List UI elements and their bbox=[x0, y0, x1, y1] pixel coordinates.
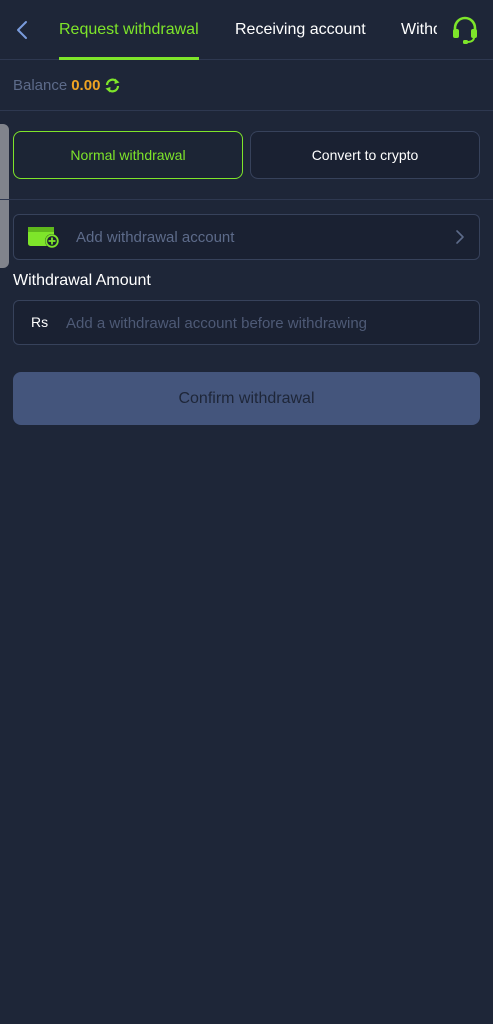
edge-drag-handle[interactable] bbox=[0, 124, 9, 268]
tab-withdrawal-history[interactable]: Withdrawal history bbox=[401, 0, 437, 60]
confirm-withdrawal-button[interactable]: Confirm withdrawal bbox=[13, 372, 480, 425]
top-nav-bar: Request withdrawal Receiving account Wit… bbox=[0, 0, 493, 60]
customer-support-button[interactable] bbox=[449, 14, 481, 46]
tab-request-withdrawal[interactable]: Request withdrawal bbox=[59, 0, 199, 60]
normal-withdrawal-button[interactable]: Normal withdrawal bbox=[13, 131, 243, 179]
tab-label: Receiving account bbox=[235, 21, 366, 38]
balance-row: Balance 0.00 bbox=[0, 60, 493, 111]
refresh-balance-button[interactable] bbox=[104, 77, 121, 94]
add-account-label: Add withdrawal account bbox=[76, 228, 235, 246]
convert-to-crypto-button[interactable]: Convert to crypto bbox=[250, 131, 480, 179]
confirm-withdrawal-label: Confirm withdrawal bbox=[178, 389, 315, 407]
withdrawal-amount-input[interactable] bbox=[64, 301, 468, 346]
withdrawal-page: Request withdrawal Receiving account Wit… bbox=[0, 0, 493, 1024]
wallet-add-icon bbox=[28, 227, 59, 248]
withdrawal-amount-field: Rs bbox=[13, 300, 480, 346]
currency-label: Rs bbox=[31, 314, 49, 330]
tab-receiving-account[interactable]: Receiving account bbox=[235, 0, 366, 60]
tab-label: Withdrawal history bbox=[401, 21, 437, 38]
chevron-left-icon bbox=[17, 21, 27, 39]
balance-label: Balance bbox=[13, 76, 68, 94]
add-withdrawal-account-button[interactable]: Add withdrawal account bbox=[13, 214, 480, 260]
balance-value: 0.00 bbox=[71, 76, 101, 94]
withdrawal-amount-title: Withdrawal Amount bbox=[13, 272, 151, 289]
tab-label: Request withdrawal bbox=[59, 21, 199, 38]
chevron-right-icon bbox=[456, 230, 464, 244]
refresh-icon bbox=[105, 78, 120, 92]
back-button[interactable] bbox=[8, 14, 36, 46]
tab-strip: Request withdrawal Receiving account Wit… bbox=[44, 0, 437, 60]
section-divider bbox=[0, 199, 493, 200]
headset-icon bbox=[453, 16, 477, 44]
normal-withdrawal-label: Normal withdrawal bbox=[70, 147, 186, 163]
convert-to-crypto-label: Convert to crypto bbox=[311, 147, 419, 163]
